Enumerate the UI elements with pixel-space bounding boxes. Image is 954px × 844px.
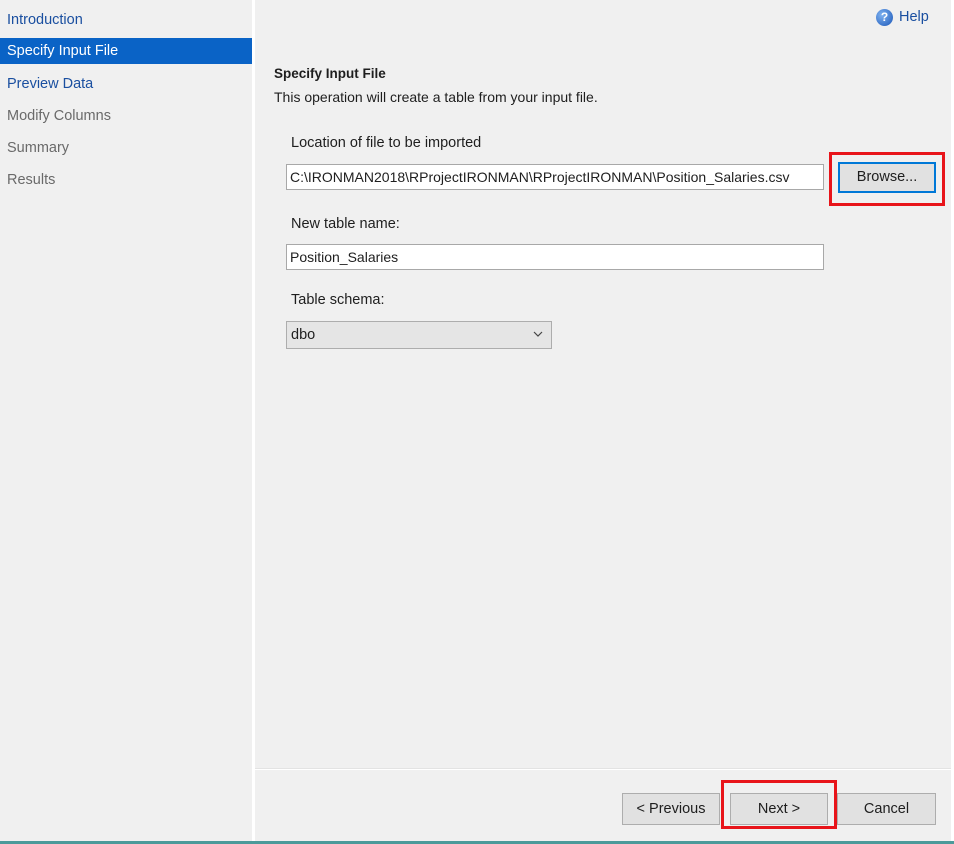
footer-separator-highlight — [255, 769, 951, 770]
sidebar-item-preview-data[interactable]: Preview Data — [0, 71, 252, 97]
sidebar-item-introduction[interactable]: Introduction — [0, 7, 252, 33]
next-button[interactable]: Next > — [730, 793, 828, 825]
previous-button[interactable]: < Previous — [622, 793, 720, 825]
page-title: Specify Input File — [274, 66, 386, 81]
help-link[interactable]: ? Help — [876, 7, 929, 27]
table-schema-label: Table schema: — [291, 292, 385, 308]
wizard-sidebar: Introduction Specify Input File Preview … — [0, 0, 252, 844]
table-schema-select[interactable]: dbo — [286, 321, 552, 349]
page-description: This operation will create a table from … — [274, 89, 598, 105]
browse-button[interactable]: Browse... — [838, 162, 936, 193]
sidebar-item-results: Results — [7, 172, 56, 188]
table-name-label: New table name: — [291, 216, 400, 232]
help-circle-icon: ? — [876, 8, 893, 26]
sidebar-divider — [252, 0, 255, 844]
file-location-label: Location of file to be imported — [291, 135, 482, 151]
chevron-down-icon — [533, 331, 543, 337]
cancel-button[interactable]: Cancel — [837, 793, 936, 825]
file-location-input[interactable] — [286, 164, 824, 190]
sidebar-item-specify-input-file[interactable]: Specify Input File — [0, 38, 252, 64]
sidebar-item-modify-columns: Modify Columns — [7, 108, 111, 124]
help-label: Help — [899, 9, 929, 25]
sidebar-item-summary: Summary — [7, 140, 70, 156]
table-name-input[interactable] — [286, 244, 824, 270]
table-schema-value: dbo — [291, 327, 316, 343]
